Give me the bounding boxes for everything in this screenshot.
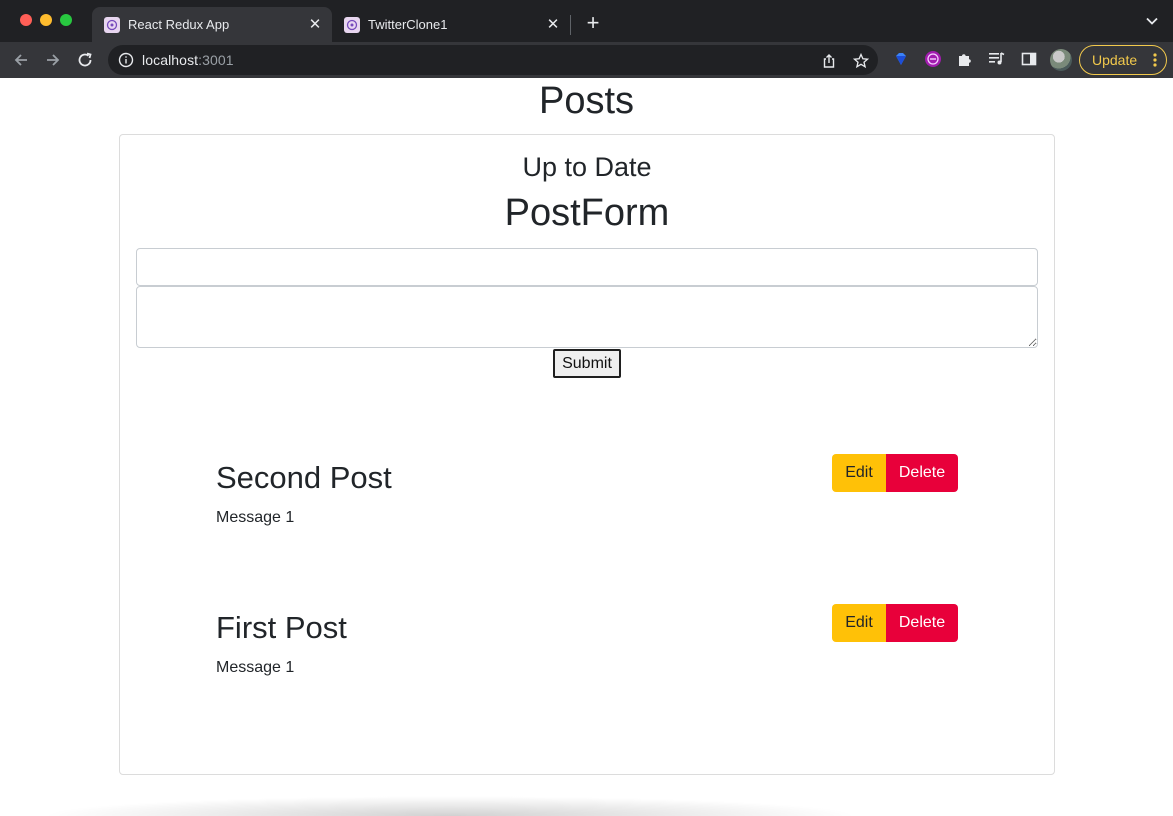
react-redux-favicon-icon — [104, 16, 120, 33]
update-label: Update — [1092, 52, 1138, 68]
tab-close-icon[interactable]: ✕ — [306, 16, 324, 34]
purple-extension-icon[interactable] — [924, 50, 942, 68]
address-bar[interactable]: localhost:3001 — [108, 45, 878, 75]
delete-button[interactable]: Delete — [886, 454, 958, 492]
posts-card: Up to Date PostForm Submit Second Post M… — [119, 134, 1055, 775]
url-text: localhost:3001 — [142, 52, 234, 68]
window-minimize-button[interactable] — [40, 14, 52, 26]
window-shadow — [40, 796, 860, 816]
side-panel-icon[interactable] — [1020, 50, 1038, 68]
edit-button[interactable]: Edit — [832, 454, 886, 492]
browser-update-button[interactable]: Update — [1079, 45, 1167, 75]
window-close-button[interactable] — [20, 14, 32, 26]
status-subtitle: Up to Date — [522, 152, 652, 182]
gem-extension-icon[interactable] — [892, 50, 910, 68]
back-arrow-icon[interactable] — [10, 49, 32, 71]
react-redux-favicon-icon — [344, 16, 360, 33]
site-info-icon[interactable] — [118, 52, 134, 68]
edit-button[interactable]: Edit — [832, 604, 886, 642]
window-zoom-button[interactable] — [60, 14, 72, 26]
post-item: Second Post Message 1 Edit Delete — [216, 454, 958, 540]
post-message: Message 1 — [216, 509, 295, 526]
post-actions: Edit Delete — [832, 454, 958, 492]
url-port: :3001 — [198, 52, 234, 68]
share-icon[interactable] — [820, 52, 838, 70]
tab-close-icon[interactable]: ✕ — [544, 16, 562, 34]
post-title: Second Post — [216, 460, 392, 495]
reload-icon[interactable] — [74, 49, 96, 71]
post-title: First Post — [216, 610, 347, 645]
post-actions: Edit Delete — [832, 604, 958, 642]
tab-twitterclone1[interactable]: TwitterClone1 ✕ — [332, 7, 570, 42]
page-title: Posts — [538, 80, 635, 122]
tab-title: React Redux App — [128, 17, 230, 32]
extensions-puzzle-icon[interactable] — [956, 50, 974, 68]
submit-button[interactable]: Submit — [553, 349, 621, 378]
post-form-title: PostForm — [504, 192, 670, 234]
browser-toolbar: localhost:3001 Update — [0, 42, 1173, 78]
new-tab-plus-icon[interactable]: + — [583, 12, 603, 34]
post-body-textarea[interactable] — [136, 286, 1038, 348]
media-queue-icon[interactable] — [988, 50, 1006, 68]
post-message: Message 1 — [216, 659, 295, 676]
browser-tab-bar: React Redux App ✕ TwitterClone1 ✕ + — [0, 0, 1173, 42]
url-host: localhost — [142, 52, 199, 68]
post-item: First Post Message 1 Edit Delete — [216, 604, 958, 690]
profile-avatar[interactable] — [1050, 49, 1072, 71]
post-title-input[interactable] — [136, 248, 1038, 286]
tab-title: TwitterClone1 — [368, 17, 448, 32]
tab-react-redux-app[interactable]: React Redux App ✕ — [92, 7, 332, 42]
kebab-menu-icon — [1153, 53, 1157, 67]
delete-button[interactable]: Delete — [886, 604, 958, 642]
tab-search-chevron-icon[interactable] — [1145, 14, 1159, 28]
tab-separator — [570, 15, 571, 35]
bookmark-star-icon[interactable] — [852, 52, 870, 70]
forward-arrow-icon[interactable] — [42, 49, 64, 71]
